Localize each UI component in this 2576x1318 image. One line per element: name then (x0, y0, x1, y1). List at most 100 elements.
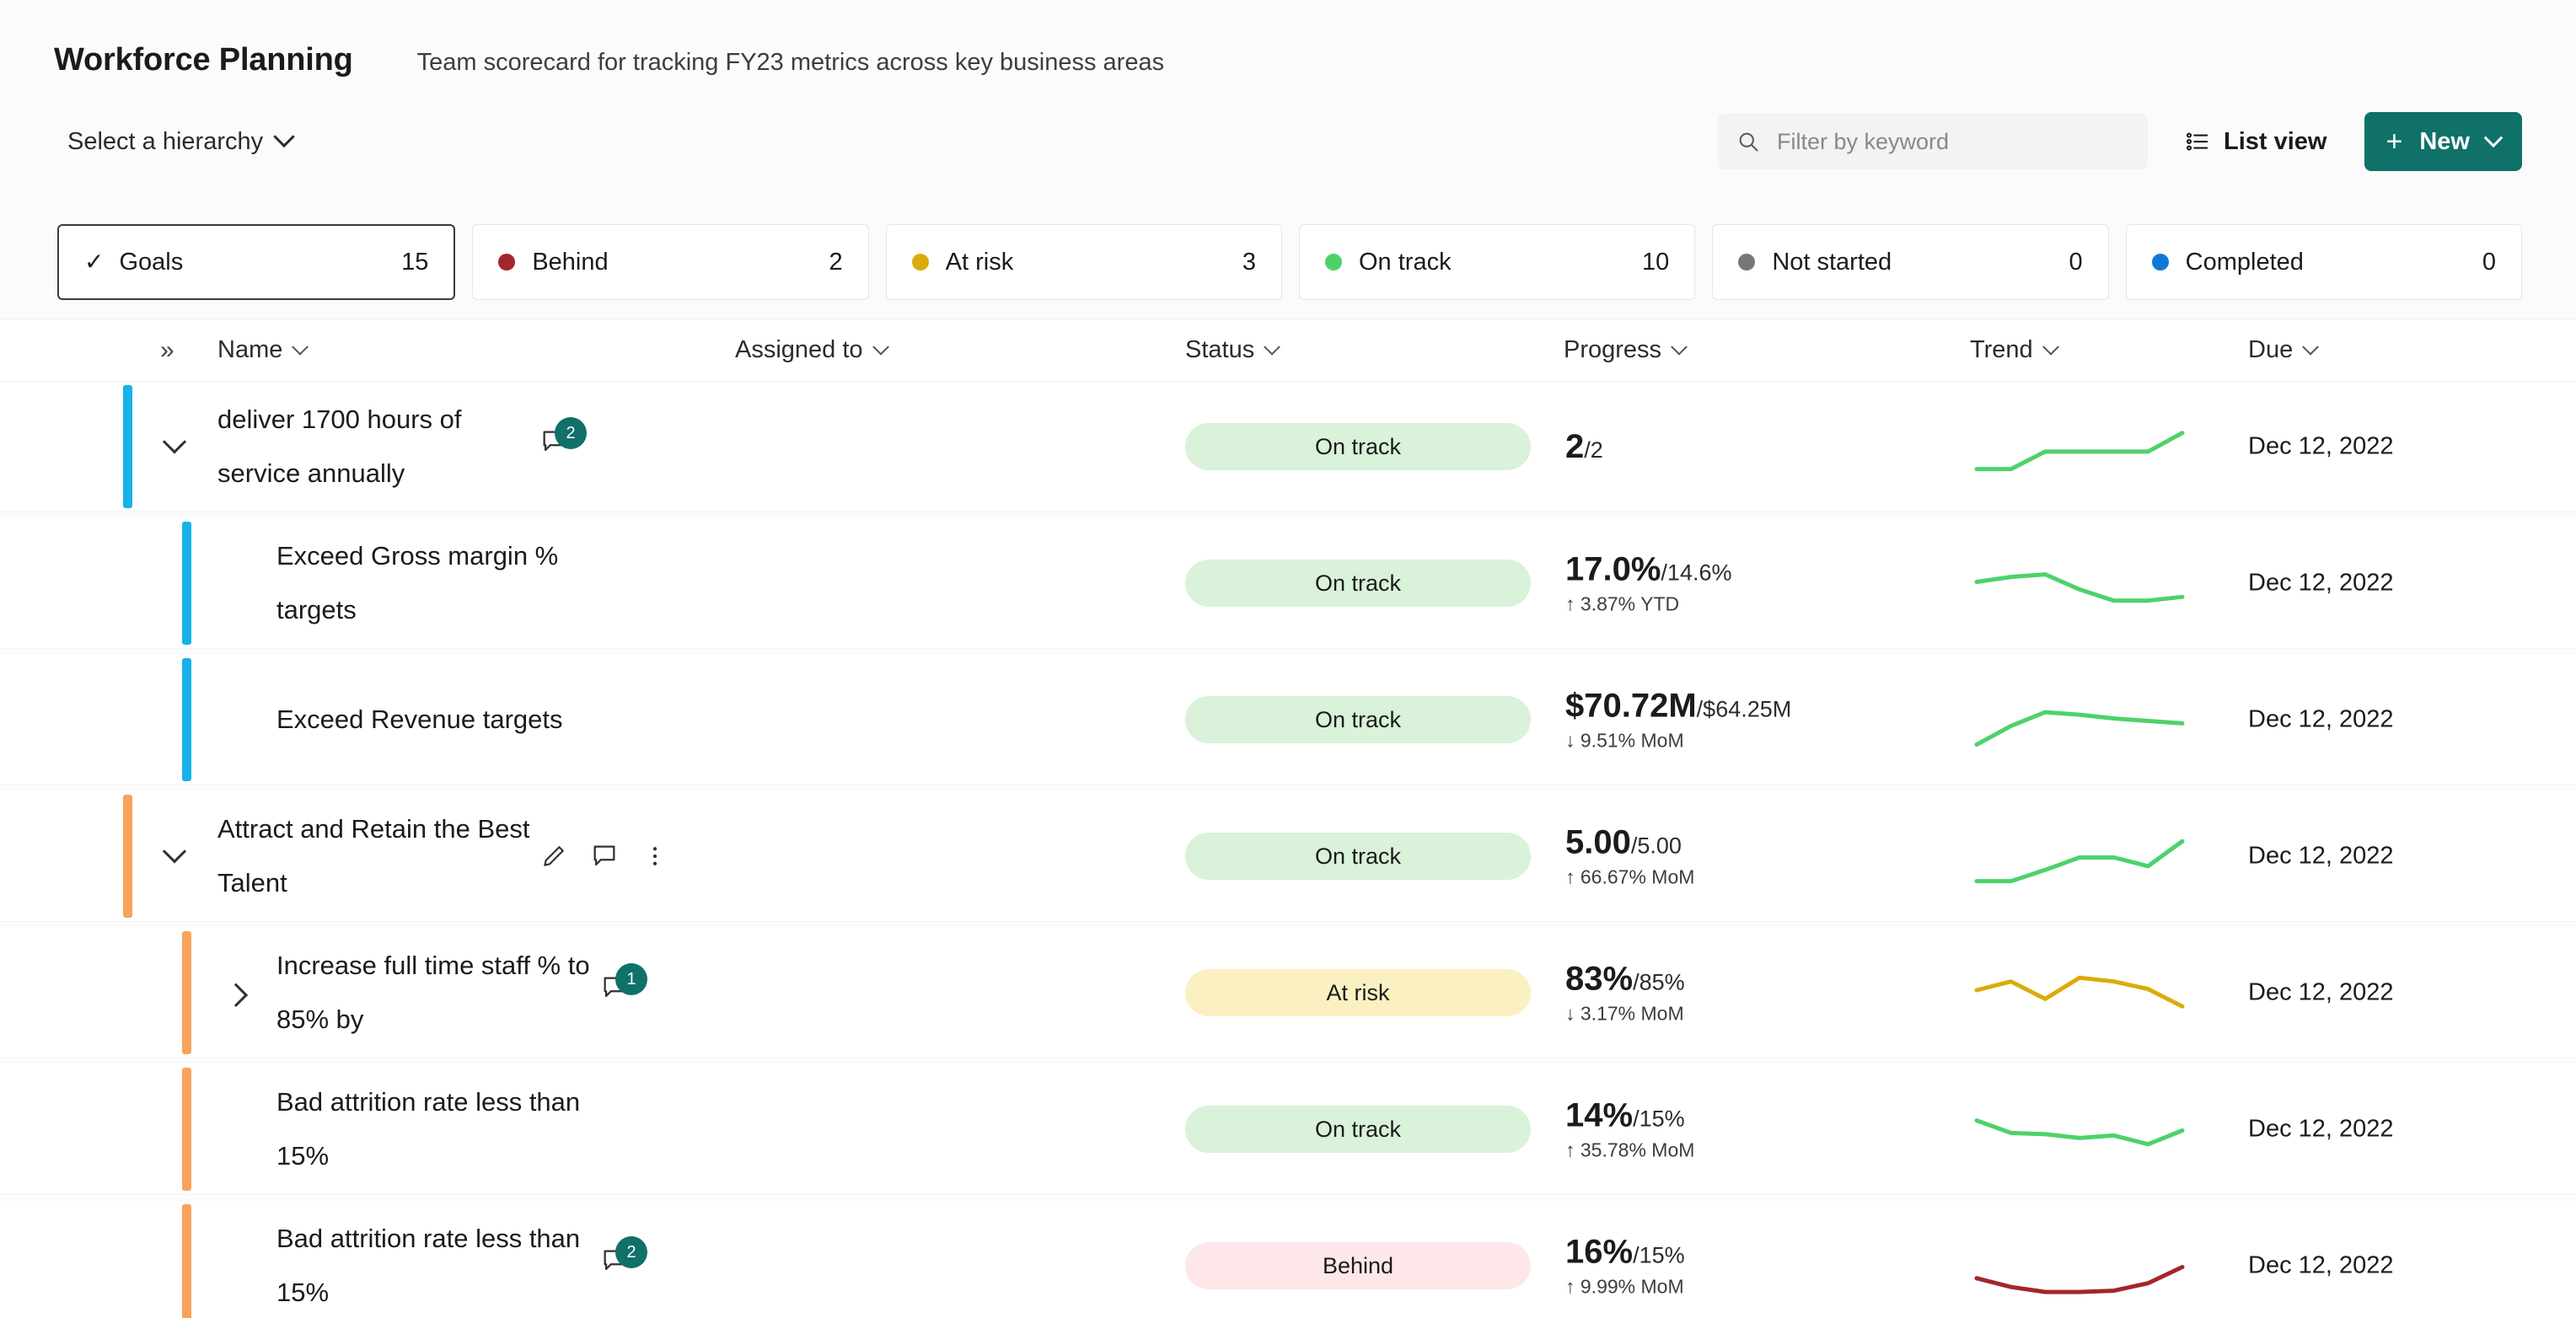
progress-target-value: /5.00 (1630, 833, 1682, 859)
expand-all-button[interactable]: » (160, 336, 174, 365)
search-box[interactable] (1718, 114, 2148, 169)
trend-sparkline (1970, 545, 2189, 621)
progress-cell: 16%/15% ↑ 9.99% MoM (1565, 1234, 1685, 1299)
goal-name[interactable]: deliver 1700 hours of service annually (217, 393, 538, 501)
row-accent-bar (182, 522, 191, 645)
filter-chip-on-track[interactable]: On track 10 (1298, 224, 1696, 300)
trend-sparkline (1970, 682, 2189, 758)
progress-value-row: 2/2 (1565, 428, 1603, 465)
chevron-down-icon (1264, 338, 1281, 356)
goal-name[interactable]: Bad attrition rate less than 15% (276, 1212, 597, 1318)
column-header-due[interactable]: Due (2248, 336, 2320, 364)
more-options-icon[interactable] (641, 842, 669, 871)
chevron-down-icon (162, 430, 187, 454)
trend-sparkline-svg (1974, 975, 2185, 1009)
progress-value-row: 16%/15% (1565, 1234, 1685, 1271)
table-row[interactable]: Exceed Revenue targets On track $70.72M/$6… (0, 655, 2576, 785)
goal-name[interactable]: Bad attrition rate less than 15% (276, 1075, 597, 1183)
table-row[interactable]: Exceed Gross margin % targets On track 17.… (0, 518, 2576, 649)
filter-chip-goals[interactable]: ✓ Goals 15 (57, 224, 456, 300)
table-row[interactable]: Increase full time staff % to 85% by 1 At … (0, 928, 2576, 1058)
column-header-trend-label: Trend (1970, 336, 2033, 363)
progress-value-row: $70.72M/$64.25M (1565, 688, 1791, 725)
progress-current-value: 17.0% (1565, 550, 1661, 588)
due-date: Dec 12, 2022 (2248, 1115, 2394, 1143)
goal-name[interactable]: Increase full time staff % to 85% by (276, 939, 597, 1047)
column-header-progress[interactable]: Progress (1564, 336, 1688, 364)
filter-chip-at-risk[interactable]: At risk 3 (885, 224, 1282, 300)
table-row[interactable]: Attract and Retain the Best Talent On tra… (0, 791, 2576, 922)
trend-sparkline (1970, 955, 2189, 1031)
comment-count-button[interactable]: 2 (600, 1236, 647, 1285)
hierarchy-selector[interactable]: Select a hierarchy (67, 126, 295, 156)
progress-value-row: 83%/85% (1565, 961, 1685, 998)
status-badge[interactable]: On track (1185, 1106, 1531, 1153)
toolbar: Select a hierarchy Filter by keyword Lis… (0, 109, 2576, 174)
hierarchy-selector-label: Select a hierarchy (67, 127, 264, 155)
trend-sparkline-svg (1974, 431, 2185, 472)
column-header-name[interactable]: Name (217, 336, 309, 364)
progress-current-value: 16% (1565, 1233, 1634, 1271)
trend-sparkline-svg (1974, 710, 2185, 747)
column-header-name-label: Name (217, 336, 283, 363)
goal-name[interactable]: Exceed Revenue targets (276, 693, 597, 747)
comment-count-badge: 2 (555, 417, 587, 449)
page-subtitle: Team scorecard for tracking FY23 metrics… (416, 49, 1165, 76)
filter-chip-label: Goals (119, 248, 184, 276)
new-button-label: New (2419, 127, 2470, 155)
trend-sparkline-svg (1974, 572, 2185, 603)
progress-cell: 2/2 (1565, 428, 1603, 465)
comment-count-badge: 2 (615, 1236, 647, 1268)
edit-icon[interactable] (539, 842, 568, 871)
filter-chip-behind[interactable]: Behind 2 (472, 224, 869, 300)
chevron-down-icon (2042, 338, 2059, 356)
title-row: Workforce Planning Team scorecard for tr… (0, 0, 2576, 78)
progress-delta: ↓ 3.17% MoM (1565, 1002, 1684, 1025)
trend-sparkline (1970, 818, 2189, 894)
status-badge[interactable]: On track (1185, 560, 1531, 607)
status-badge[interactable]: On track (1185, 833, 1531, 880)
filter-chip-count: 3 (1242, 248, 1256, 276)
column-header-assigned-to[interactable]: Assigned to (735, 336, 889, 364)
row-expand-toggle[interactable] (217, 974, 255, 1011)
row-accent-bar (182, 1068, 191, 1191)
goal-name[interactable]: Exceed Gross margin % targets (276, 529, 597, 637)
chevron-down-icon[interactable] (2483, 128, 2504, 148)
chevron-down-icon (1671, 338, 1688, 356)
comment-count-button[interactable]: 1 (600, 963, 647, 1012)
progress-current-value: 14% (1565, 1096, 1634, 1134)
table-row[interactable]: Bad attrition rate less than 15% 2 Behind 1… (0, 1201, 2576, 1318)
status-badge[interactable]: On track (1185, 696, 1531, 743)
row-accent-bar (182, 658, 191, 781)
row-accent-bar (123, 795, 132, 918)
table-row[interactable]: deliver 1700 hours of service annually 2 O… (0, 382, 2576, 512)
progress-delta: ↓ 9.51% MoM (1565, 729, 1684, 752)
list-view-button[interactable]: List view (2178, 120, 2334, 164)
comment-icon[interactable] (590, 842, 619, 871)
status-badge[interactable]: At risk (1185, 969, 1531, 1016)
due-date: Dec 12, 2022 (2248, 569, 2394, 597)
search-input[interactable] (1775, 127, 2129, 156)
progress-target-value: /15% (1633, 1242, 1685, 1268)
comment-count-button[interactable]: 2 (539, 417, 587, 466)
trend-sparkline (1970, 409, 2189, 485)
status-dot-icon (911, 254, 929, 271)
filter-chip-count: 15 (401, 248, 429, 276)
status-filter-chips: ✓ Goals 15 Behind 2 At risk 3 On track 10 Not sta… (0, 224, 2576, 300)
goals-scorecard-app: Workforce Planning Team scorecard for tr… (0, 0, 2576, 1318)
filter-chip-completed[interactable]: Completed 0 (2125, 224, 2522, 300)
progress-target-value: /15% (1633, 1106, 1685, 1132)
progress-value-row: 17.0%/14.6% (1565, 551, 1731, 588)
filter-chip-not-started[interactable]: Not started 0 (1712, 224, 2109, 300)
status-badge[interactable]: Behind (1185, 1242, 1531, 1289)
progress-delta: ↑ 35.78% MoM (1565, 1139, 1695, 1161)
column-header-status[interactable]: Status (1185, 336, 1281, 364)
status-badge[interactable]: On track (1185, 423, 1531, 470)
row-collapse-toggle[interactable] (156, 838, 193, 875)
new-button[interactable]: + New (2364, 112, 2522, 171)
progress-target-value: /14.6% (1661, 560, 1732, 586)
row-collapse-toggle[interactable] (156, 428, 193, 465)
column-header-trend[interactable]: Trend (1970, 336, 2059, 364)
table-row[interactable]: Bad attrition rate less than 15% On track… (0, 1064, 2576, 1195)
goal-name[interactable]: Attract and Retain the Best Talent (217, 802, 538, 910)
